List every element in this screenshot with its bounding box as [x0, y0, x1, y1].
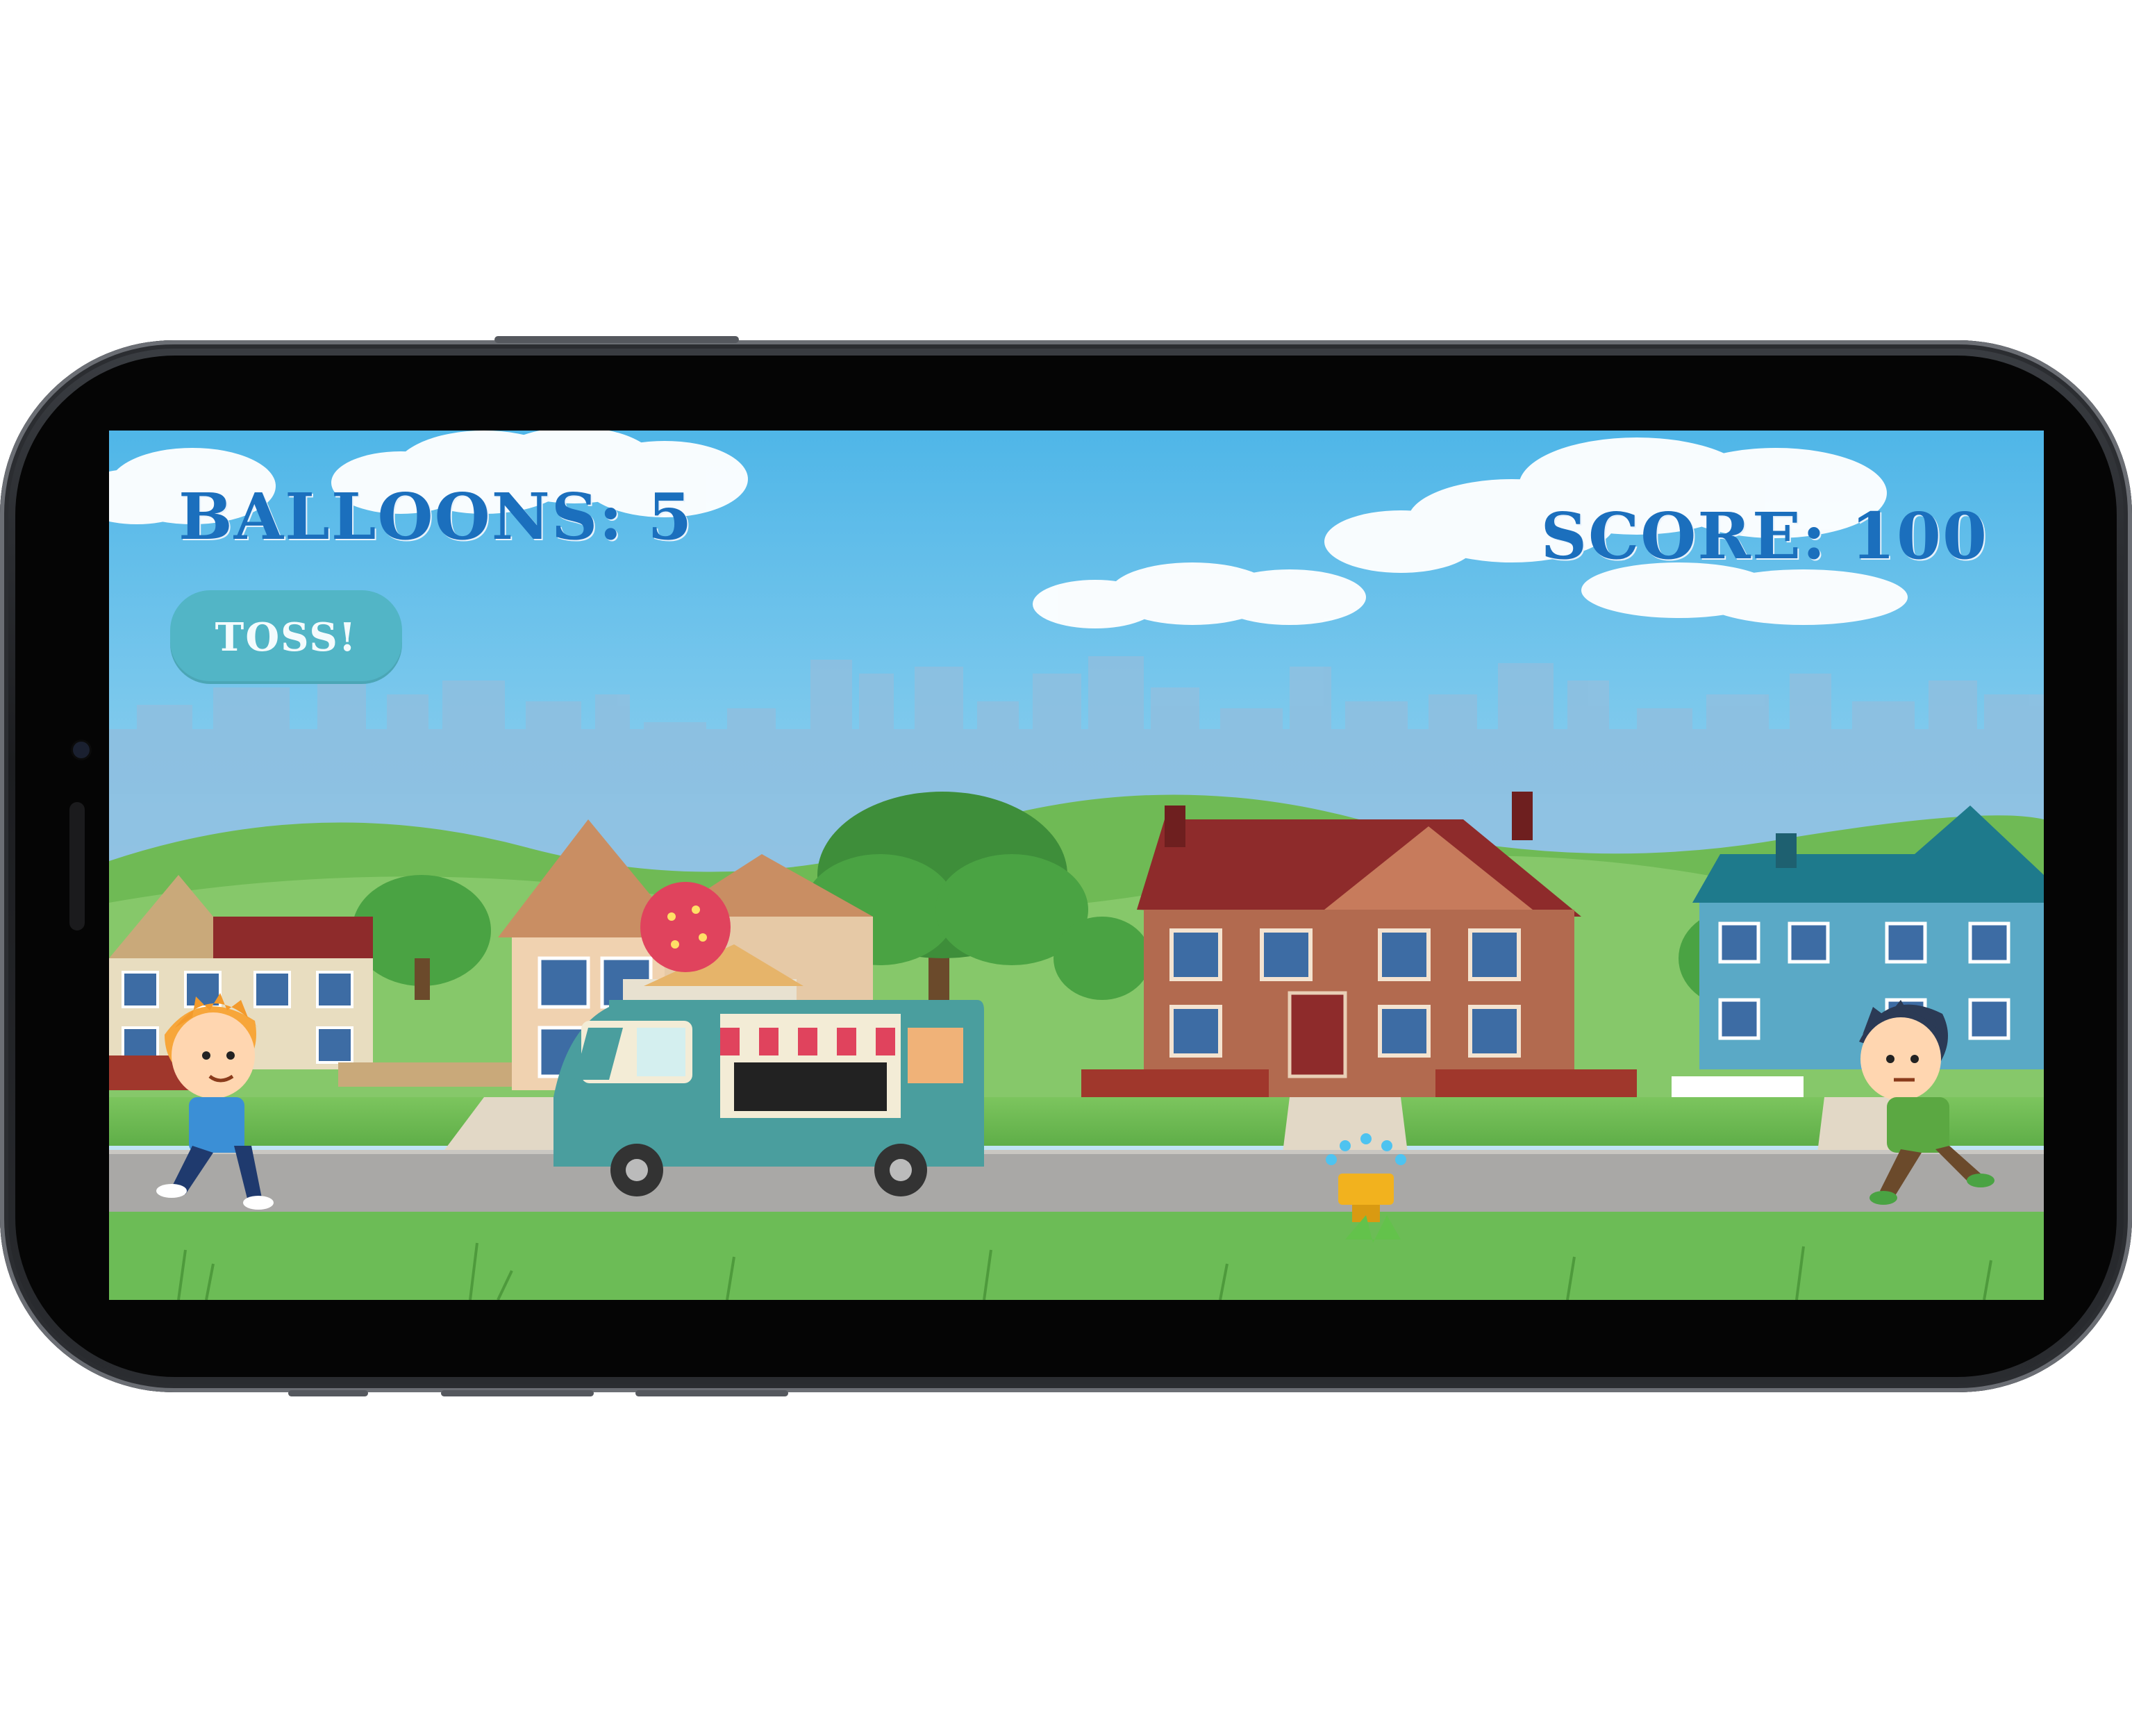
score-counter: SCORE: 100 [1540, 499, 1988, 574]
road [109, 1153, 2044, 1212]
front-camera [73, 742, 90, 758]
phone-bottom-button-3 [635, 1390, 788, 1396]
earpiece-speaker [69, 802, 85, 930]
lawn [109, 1097, 2044, 1146]
toss-button[interactable]: TOSS! [170, 590, 402, 684]
balloons-counter: BALLOONS: 5 [178, 479, 694, 554]
phone-bottom-button-2 [441, 1390, 594, 1396]
game-screen[interactable]: BALLOONS: 5 SCORE: 100 TOSS! [109, 431, 2044, 1300]
phone-bottom-button-1 [288, 1390, 368, 1396]
house-brown-icon [1137, 792, 1581, 1104]
phone-top-button [494, 336, 739, 343]
foreground-grass [109, 1212, 2044, 1300]
